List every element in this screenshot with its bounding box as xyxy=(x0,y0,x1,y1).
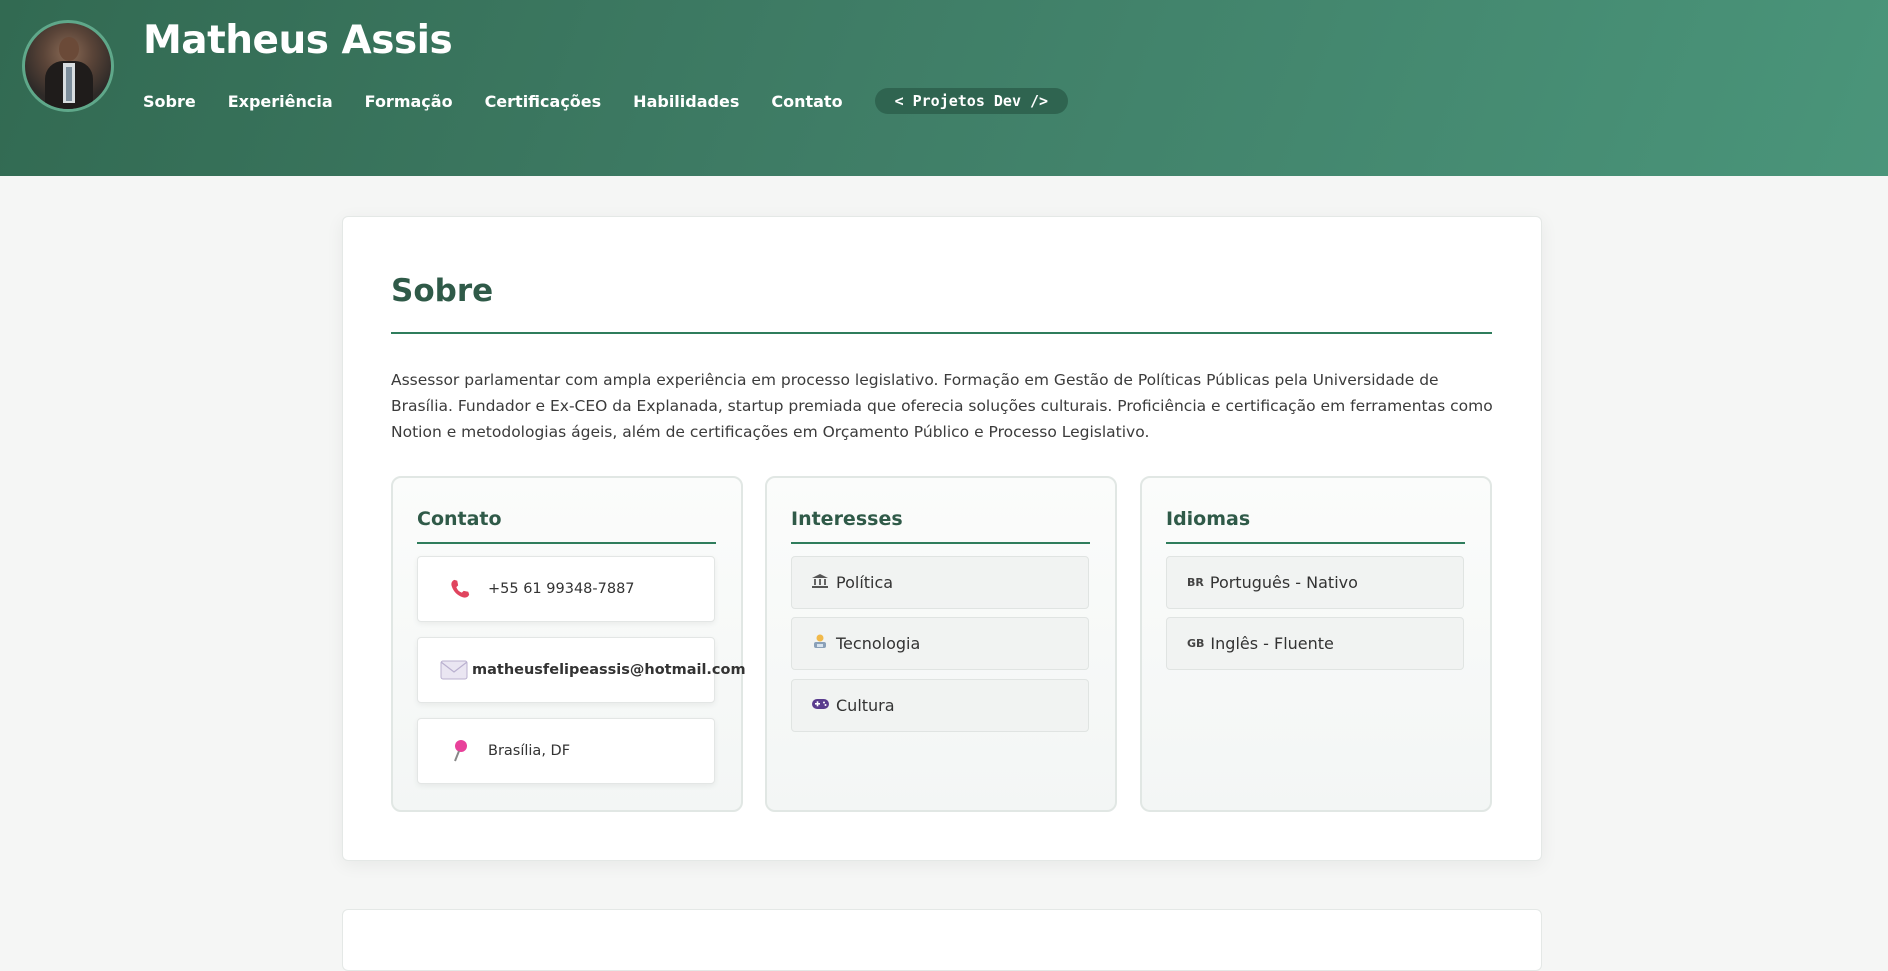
interest-item: Cultura xyxy=(791,679,1089,732)
envelope-icon xyxy=(440,660,468,680)
interests-title: Interesses xyxy=(791,508,903,530)
contact-location[interactable]: Brasília, DF xyxy=(417,718,715,784)
flag-gb-icon: GB xyxy=(1187,637,1205,650)
phone-icon xyxy=(442,578,478,600)
contact-divider xyxy=(417,542,716,544)
profile-avatar xyxy=(22,20,114,112)
contact-title: Contato xyxy=(417,508,502,530)
technologist-icon xyxy=(812,634,832,654)
game-controller-icon xyxy=(812,698,832,714)
languages-title: Idiomas xyxy=(1166,508,1251,530)
next-section xyxy=(342,909,1542,971)
interest-item: Tecnologia xyxy=(791,617,1089,670)
contact-box: Contato +55 61 99348-7887 matheusfelipea… xyxy=(391,476,746,812)
section-title: Sobre xyxy=(391,273,494,309)
site-header: Matheus Assis Sobre Experiência Formação… xyxy=(0,0,1888,176)
nav-link-contato[interactable]: Contato xyxy=(771,92,842,111)
section-divider xyxy=(391,332,1492,334)
contact-email[interactable]: matheusfelipeassis@hotmail.com xyxy=(417,637,746,703)
interests-box: Interesses Política Tecnologia Cultura xyxy=(765,476,1117,812)
languages-divider xyxy=(1166,542,1465,544)
nav-link-certificacoes[interactable]: Certificações xyxy=(485,92,602,111)
profile-name: Matheus Assis xyxy=(143,18,453,63)
main-nav: Sobre Experiência Formação Certificações… xyxy=(143,88,1100,114)
nav-link-formacao[interactable]: Formação xyxy=(365,92,453,111)
location-text: Brasília, DF xyxy=(488,743,571,759)
projetos-dev-button[interactable]: < Projetos Dev /> xyxy=(874,88,1069,114)
classical-building-icon xyxy=(812,573,832,592)
pin-icon xyxy=(442,739,478,763)
nav-link-sobre[interactable]: Sobre xyxy=(143,92,196,111)
interest-item: Política xyxy=(791,556,1089,609)
languages-box: Idiomas BR Português - Nativo GB Inglês … xyxy=(1140,476,1492,812)
email-text: matheusfelipeassis@hotmail.com xyxy=(472,662,746,678)
about-section: Sobre Assessor parlamentar com ampla exp… xyxy=(342,216,1542,861)
contact-phone[interactable]: +55 61 99348-7887 xyxy=(417,556,715,622)
nav-link-habilidades[interactable]: Habilidades xyxy=(633,92,739,111)
phone-text: +55 61 99348-7887 xyxy=(488,581,635,597)
language-item: GB Inglês - Fluente xyxy=(1166,617,1464,670)
about-text: Assessor parlamentar com ampla experiênc… xyxy=(391,371,1493,441)
flag-br-icon: BR xyxy=(1187,576,1204,589)
nav-link-experiencia[interactable]: Experiência xyxy=(228,92,333,111)
language-item: BR Português - Nativo xyxy=(1166,556,1464,609)
interests-divider xyxy=(791,542,1090,544)
